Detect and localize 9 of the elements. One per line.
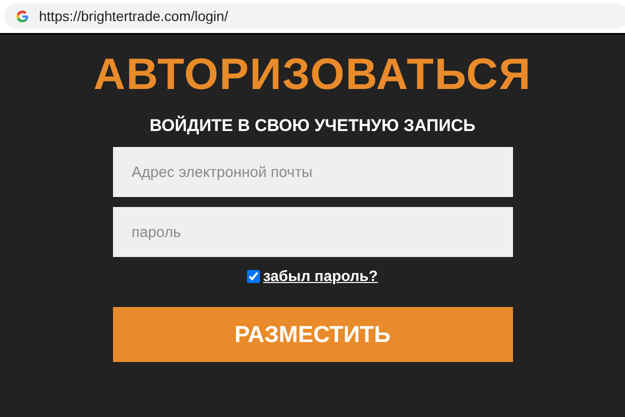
page-title: АВТОРИЗОВАТЬСЯ — [93, 49, 532, 101]
forgot-password-link[interactable]: забыл пароль? — [263, 268, 378, 285]
url-text: https://brightertrade.com/login/ — [39, 8, 228, 24]
input-field[interactable]: Адрес электронной почты — [112, 147, 512, 197]
input-field[interactable]: пароль — [112, 207, 512, 257]
checkbox[interactable] — [247, 270, 260, 283]
google-logo-icon — [16, 10, 29, 22]
page-subtitle: ВОЙДИТЕ В СВОЮ УЧЕТНУЮ ЗАПИСЬ — [150, 115, 476, 137]
address-bar[interactable]: https://brightertrade.com/login/ — [4, 3, 625, 29]
